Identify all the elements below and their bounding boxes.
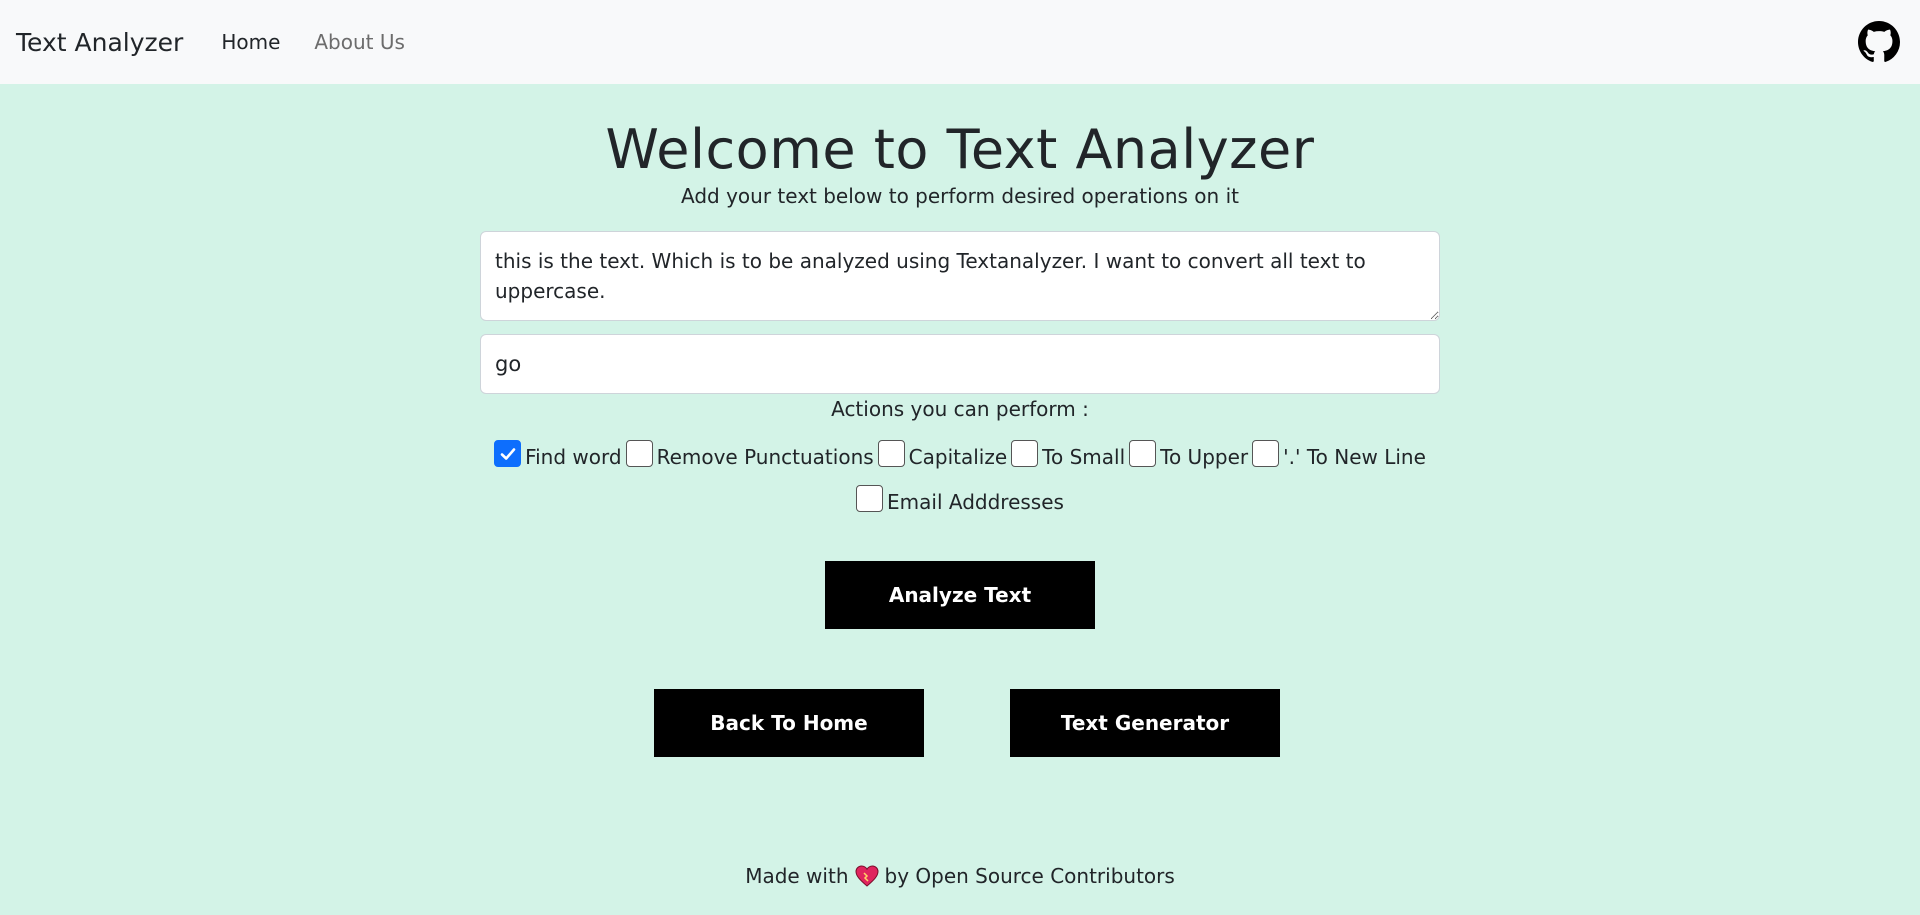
option-label: Email Adddresses [887, 490, 1064, 514]
text-generator-button[interactable]: Text Generator [1010, 689, 1280, 757]
options-row-1: Find word Remove Punctuations Capitalize… [480, 440, 1440, 469]
checkbox-to-small[interactable] [1011, 440, 1039, 467]
back-to-home-button[interactable]: Back To Home [654, 689, 924, 757]
checkmark-icon [500, 447, 515, 460]
option-email-addresses[interactable]: Email Adddresses [856, 485, 1064, 514]
checkbox-capitalize[interactable] [877, 440, 905, 467]
option-find-word[interactable]: Find word [494, 440, 622, 469]
nav-link-about-us[interactable]: About Us [314, 30, 405, 54]
navbar: Text Analyzer Home About Us [0, 0, 1920, 84]
option-label: Find word [525, 445, 622, 469]
footer: Made with by Open Source Contributors [0, 864, 1920, 888]
option-label: '.' To New Line [1283, 445, 1426, 469]
option-label: Capitalize [908, 445, 1008, 469]
footer-by-contributors: by Open Source Contributors [884, 864, 1175, 888]
find-word-input[interactable] [480, 334, 1440, 394]
option-capitalize[interactable]: Capitalize [877, 440, 1008, 469]
checkbox-remove-punctuations[interactable] [625, 440, 653, 467]
checkbox-email-addresses[interactable] [856, 485, 884, 512]
checkbox-find-word[interactable] [494, 440, 522, 467]
github-icon[interactable] [1858, 21, 1900, 63]
page-title: Welcome to Text Analyzer [605, 118, 1315, 181]
checkbox-dot-to-new-line[interactable] [1252, 440, 1280, 467]
page-subtitle: Add your text below to perform desired o… [681, 184, 1239, 208]
option-to-upper[interactable]: To Upper [1129, 440, 1248, 469]
footer-made-with: Made with [745, 864, 849, 888]
option-dot-to-new-line[interactable]: '.' To New Line [1252, 440, 1426, 469]
checkbox-to-upper[interactable] [1129, 440, 1157, 467]
text-input-area[interactable]: this is the text. Which is to be analyze… [480, 231, 1440, 321]
actions-label: Actions you can perform : [831, 397, 1089, 421]
option-remove-punctuations[interactable]: Remove Punctuations [625, 440, 874, 469]
analyze-text-button[interactable]: Analyze Text [825, 561, 1095, 629]
option-label: To Small [1042, 445, 1126, 469]
option-label: Remove Punctuations [656, 445, 874, 469]
options-row-2: Email Adddresses [480, 485, 1440, 514]
option-label: To Upper [1160, 445, 1249, 469]
brand-logo-text[interactable]: Text Analyzer [16, 28, 183, 57]
heart-icon [854, 865, 879, 887]
option-to-small[interactable]: To Small [1011, 440, 1125, 469]
nav-link-home[interactable]: Home [221, 30, 280, 54]
